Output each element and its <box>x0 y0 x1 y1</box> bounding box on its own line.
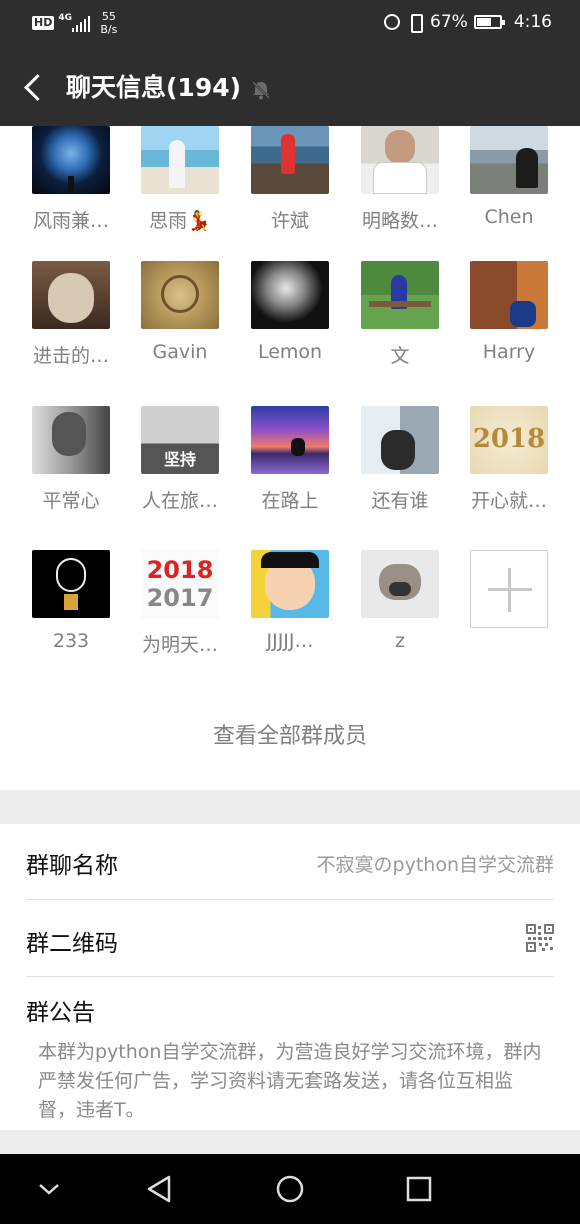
alarm-icon <box>384 14 401 30</box>
plus-icon <box>470 550 548 628</box>
member-name: JJJJJ… <box>266 630 314 652</box>
member-name: Harry <box>482 341 536 363</box>
member-name: 开心就… <box>470 490 547 512</box>
avatar: 2018 2017 <box>141 550 219 618</box>
member-name: Lemon <box>257 341 323 363</box>
signal-icon: 4G <box>58 12 91 34</box>
member-name: 人在旅… <box>141 490 218 512</box>
member-tile[interactable]: 坚持 人在旅… <box>125 406 235 513</box>
avatar <box>141 126 219 194</box>
member-tile[interactable]: 2018 2017 为明天… <box>125 550 235 657</box>
group-qr-label: 群二维码 <box>26 931 118 957</box>
avatar <box>361 261 439 329</box>
member-tile[interactable]: 233 <box>16 550 126 652</box>
avatar <box>470 126 548 194</box>
member-name: 许斌 <box>270 210 309 232</box>
avatar <box>470 261 548 329</box>
view-all-members-link[interactable]: 查看全部群成员 <box>0 718 580 750</box>
clock: 4:16 <box>513 12 552 32</box>
member-name: 明略数… <box>361 210 438 232</box>
avatar <box>251 550 329 618</box>
member-name: 文 <box>390 345 410 367</box>
member-name: 还有谁 <box>371 490 429 512</box>
member-name: z <box>395 630 405 652</box>
recents-square-icon[interactable] <box>402 1172 436 1206</box>
group-notice-label: 群公告 <box>26 1000 95 1026</box>
section-divider <box>0 1130 580 1154</box>
avatar: 2018 <box>470 406 548 474</box>
avatar <box>32 126 110 194</box>
member-name: 思雨💃 <box>149 210 211 232</box>
member-tile[interactable]: 进击的… <box>16 261 126 368</box>
battery-icon <box>473 15 505 29</box>
status-bar: HD 4G 55 B/s 67% 4:16 <box>0 0 580 50</box>
member-name: 在路上 <box>261 490 319 512</box>
member-tile[interactable]: 思雨💃 <box>125 126 235 233</box>
section-divider <box>0 790 580 824</box>
member-tile[interactable]: Lemon <box>235 261 345 363</box>
avatar <box>32 550 110 618</box>
battery-percent: 67% <box>430 12 468 32</box>
avatar: 坚持 <box>141 406 219 474</box>
vibrate-icon <box>406 13 424 33</box>
group-qr-row[interactable]: 群二维码 <box>26 900 554 977</box>
network-speed: 55 B/s <box>100 10 118 36</box>
back-button[interactable] <box>20 72 44 104</box>
avatar <box>141 261 219 329</box>
nav-bar: 聊天信息(194) <box>0 50 580 126</box>
hd-badge: HD <box>32 16 55 30</box>
member-name: 为明天… <box>141 634 218 656</box>
member-tile[interactable]: 许斌 <box>235 126 345 233</box>
member-tile[interactable]: 2018 开心就… <box>454 406 564 513</box>
member-name: 平常心 <box>42 490 100 512</box>
member-tile[interactable]: JJJJJ… <box>235 550 345 652</box>
member-tile[interactable]: Chen <box>454 126 564 228</box>
member-name: Chen <box>484 206 534 228</box>
avatar-caption: 坚持 <box>163 450 196 469</box>
back-triangle-icon[interactable] <box>143 1172 177 1206</box>
avatar <box>361 550 439 618</box>
member-tile[interactable]: 在路上 <box>235 406 345 513</box>
avatar <box>32 261 110 329</box>
member-tile[interactable]: Harry <box>454 261 564 363</box>
group-name-value: 不寂寞のpython自学交流群 <box>316 854 554 876</box>
avatar <box>361 406 439 474</box>
avatar <box>251 126 329 194</box>
member-name: 风雨兼… <box>32 210 109 232</box>
member-tile[interactable]: 明略数… <box>345 126 455 233</box>
avatar-caption: 2018 <box>472 424 546 454</box>
system-nav-bar <box>0 1154 580 1224</box>
member-name: 进击的… <box>32 345 109 367</box>
bell-off-icon <box>252 81 270 100</box>
avatar-caption: 2017 <box>146 584 214 612</box>
member-tile[interactable]: z <box>345 550 455 652</box>
member-name: Gavin <box>152 341 208 363</box>
avatar-caption: 2018 <box>146 556 214 584</box>
avatar <box>251 261 329 329</box>
member-tile[interactable]: 风雨兼… <box>16 126 126 233</box>
group-notice-text: 本群为python自学交流群，为营造良好学习交流环境，群内严禁发任何广告，学习资… <box>38 1041 542 1121</box>
group-name-row[interactable]: 群聊名称 不寂寞のpython自学交流群 <box>26 824 554 900</box>
member-name: 233 <box>52 630 90 652</box>
member-tile[interactable]: 文 <box>345 261 455 368</box>
avatar <box>32 406 110 474</box>
avatar <box>361 126 439 194</box>
group-name-label: 群聊名称 <box>26 853 118 879</box>
home-circle-icon[interactable] <box>273 1172 307 1206</box>
chevron-down-icon[interactable] <box>32 1172 66 1206</box>
add-member-button[interactable] <box>454 550 564 628</box>
member-tile[interactable]: 还有谁 <box>345 406 455 513</box>
page-title: 聊天信息(194) <box>66 73 242 102</box>
avatar <box>251 406 329 474</box>
member-tile[interactable]: Gavin <box>125 261 235 363</box>
qr-code-icon <box>526 924 554 952</box>
member-tile[interactable]: 平常心 <box>16 406 126 513</box>
